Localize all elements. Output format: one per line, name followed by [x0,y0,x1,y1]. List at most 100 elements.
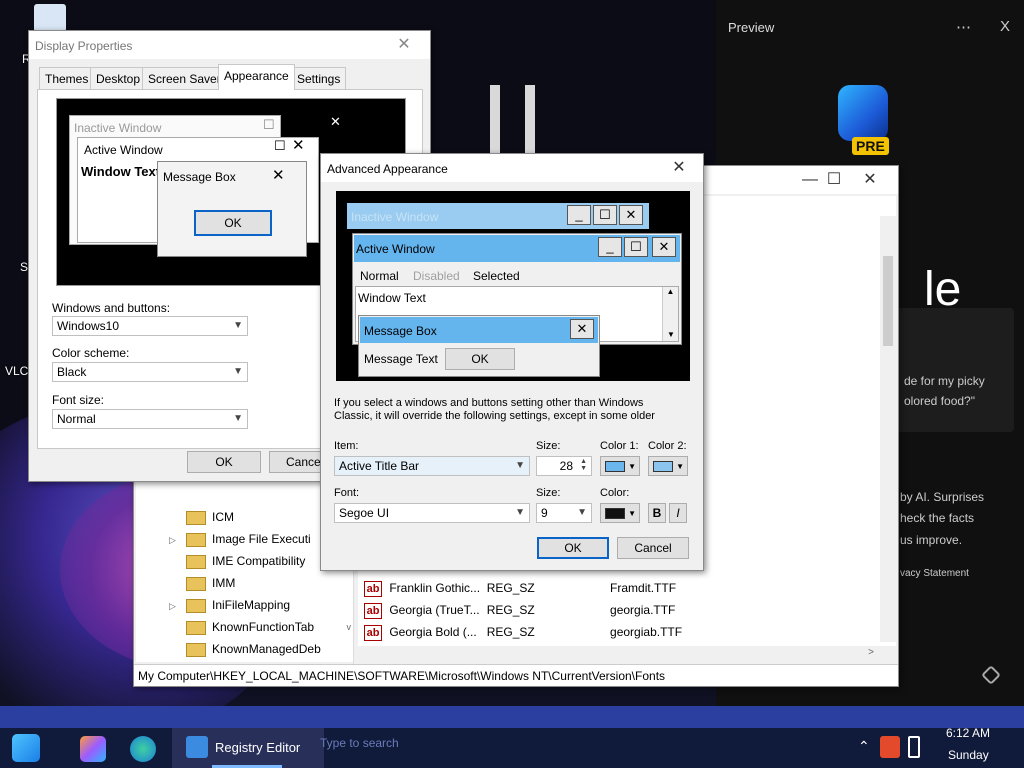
window-title: Advanced Appearance [327,162,448,176]
value-row[interactable]: ab Georgia Bold (... REG_SZ georgiab.TTF [364,625,682,647]
chevron-down-icon: ▼ [628,462,636,471]
string-value-icon: ab [364,625,382,641]
chevron-down-icon: ▼ [577,507,587,518]
color1-label: Color 1: [600,440,639,452]
info-text: Classic, it will override the following … [334,410,655,422]
search-hint[interactable]: Type to search [320,736,399,750]
active-window-title: Active Window [84,143,163,157]
size-spinner[interactable]: 28 ▲ ▼ [536,456,592,476]
taskbar: Registry Editor Type to search ⌃ 6:12 AM… [0,706,1024,768]
message-box-title: Message Box [163,170,236,184]
message-text: Message Text [364,352,438,366]
start-icon[interactable] [12,734,40,762]
taskbar-app-registry-editor[interactable]: Registry Editor [172,728,324,768]
bold-button[interactable]: B [648,503,666,523]
advanced-appearance-window: Advanced Appearance ✕ Inactive Window _ … [320,153,704,571]
expand-icon[interactable]: ▷ [169,535,176,546]
message-box-titlebar: Message Box ✕ [360,317,598,343]
privacy-link[interactable]: vacy Statement [900,568,969,579]
item-select[interactable]: Active Title Bar ▼ [334,456,530,476]
value-data: georgiab.TTF [610,625,683,640]
tab-themes[interactable]: Themes [39,67,95,89]
preview-maximize-icon: ☐ [263,117,275,132]
clock-day[interactable]: Sunday [948,748,989,762]
copilot-icon[interactable] [80,736,106,762]
tree-item[interactable]: KnownFunctionTab [186,620,314,640]
value-row[interactable]: ab Franklin Gothic... REG_SZ Framdit.TTF [364,581,676,603]
tree-item[interactable]: KnownManagedDeb [186,642,321,662]
preview-close-icon: ✕ [652,237,676,257]
tree-item-label: IME Compatibility [212,554,306,568]
value-row[interactable]: ab Georgia (TrueT... REG_SZ georgia.TTF [364,603,675,625]
clock-time[interactable]: 6:12 AM [946,726,990,740]
security-shield-icon[interactable] [880,736,900,758]
font-size-label: Size: [536,487,561,499]
font-size-select[interactable]: 9 ▼ [536,503,592,523]
close-icon[interactable]: X [1000,18,1010,35]
desktop-icon-label[interactable]: S [20,260,28,274]
tree-item[interactable]: ICM [186,510,234,530]
usb-drive-icon[interactable] [908,736,920,758]
preview-card [896,308,1014,432]
tab-screen-saver[interactable]: Screen Saver [142,67,227,89]
font-size-select[interactable]: Normal ▼ [52,409,248,429]
advanced-appearance-titlebar[interactable]: Advanced Appearance ✕ [321,154,703,182]
preview-message-box: Message Box ✕ Message Text OK [358,315,600,377]
value-name: Franklin Gothic... [389,581,481,596]
tree-item[interactable]: IMM [186,576,235,596]
tab-desktop[interactable]: Desktop [90,67,147,89]
more-icon[interactable]: ⋯ [956,18,971,36]
tab-settings[interactable]: Settings [291,67,347,89]
desktop-icon-label[interactable]: VLC [5,364,28,378]
edge-icon[interactable] [130,736,156,762]
tree-item[interactable]: ▷ IniFileMapping [169,598,291,618]
preview-title: Preview [728,20,775,35]
tree-scroll-down-icon[interactable]: v [347,622,352,632]
value-name: Georgia Bold (... [389,625,477,640]
window-text: Window Text [358,291,426,305]
ok-button[interactable]: OK [537,537,609,559]
folder-icon [186,576,206,591]
cancel-button[interactable]: Cancel [617,537,689,559]
expand-icon[interactable]: ▷ [169,601,176,612]
preview-close-icon: ✕ [330,114,341,129]
tree-item[interactable]: IME Compatibility [186,554,305,574]
font-color-picker[interactable]: ▼ [600,503,640,523]
menu-disabled: Disabled [413,269,460,283]
preview-active-titlebar: Active Window _ ☐ ✕ [354,235,680,262]
font-label: Font: [334,487,360,499]
values-vscrollbar[interactable]: v [880,216,896,656]
color1-picker[interactable]: ▼ [600,456,640,476]
maximize-icon[interactable]: ☐ [822,169,846,191]
value-type: REG_SZ [486,625,535,640]
close-icon[interactable]: ✕ [858,169,882,191]
font-color-label: Color: [600,487,630,499]
ok-button[interactable]: OK [187,451,261,473]
scroll-thumb[interactable] [883,256,893,346]
recycle-bin-icon[interactable] [34,4,66,32]
preview-text: heck the facts [900,511,975,525]
menu-normal: Normal [360,269,399,283]
registry-editor-icon [186,736,208,758]
tab-appearance[interactable]: Appearance [218,64,295,90]
minimize-icon[interactable]: — [798,169,822,191]
folder-icon [186,620,206,635]
spinner-arrows-icon[interactable]: ▲ ▼ [580,458,587,472]
color-swatch [653,461,673,472]
color-scheme-select[interactable]: Black ▼ [52,362,248,382]
chevron-up-icon[interactable]: ⌃ [858,738,870,755]
value-type: REG_SZ [486,603,535,618]
close-icon[interactable]: ✕ [392,34,416,56]
windows-and-buttons-select[interactable]: Windows10 ▼ [52,316,248,336]
color2-picker[interactable]: ▼ [648,456,688,476]
tree-item[interactable]: ▷ Image File Executi [169,532,311,552]
preview-maximize-icon: ☐ [274,138,286,153]
font-select[interactable]: Segoe UI ▼ [334,503,530,523]
close-icon[interactable]: ✕ [667,157,691,179]
pin-icon[interactable] [981,665,1001,685]
italic-button[interactable]: I [669,503,687,523]
values-hscrollbar[interactable]: > [358,646,896,662]
tree-item-label: IniFileMapping [212,598,291,612]
size-label: Size: [536,440,561,452]
display-properties-titlebar[interactable]: Display Properties ✕ [29,31,430,59]
